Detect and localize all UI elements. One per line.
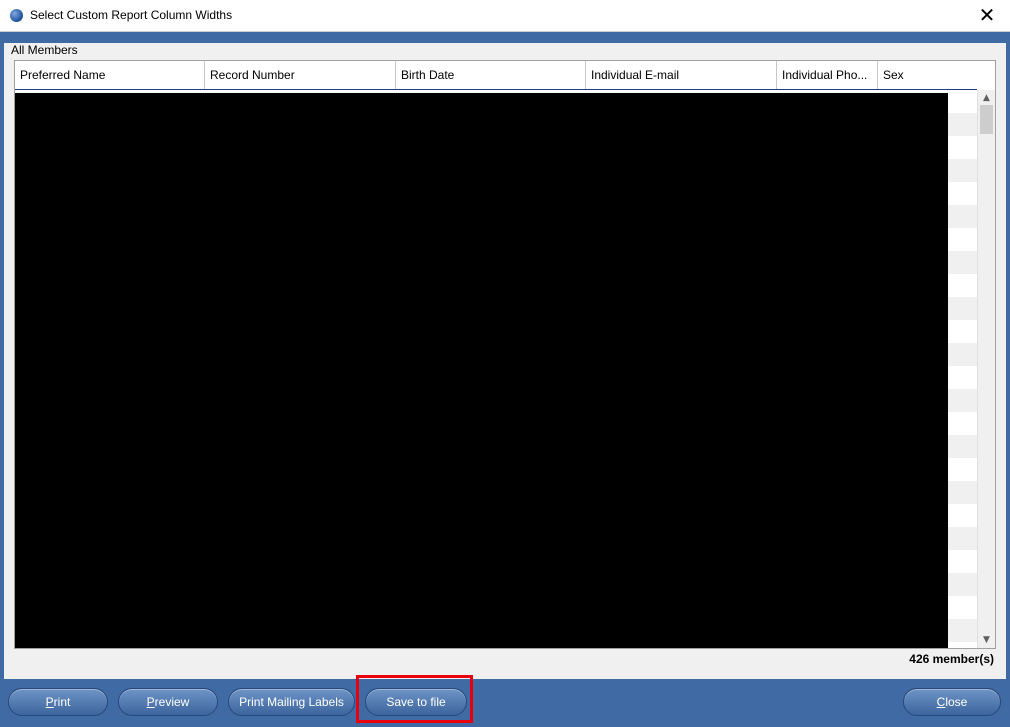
column-header-individual-phone[interactable]: Individual Pho...	[777, 61, 878, 89]
print-button-accelerator: P	[45, 695, 54, 709]
preview-button[interactable]: Preview	[118, 688, 218, 716]
scrollbar-thumb[interactable]	[980, 105, 993, 134]
scroll-down-icon[interactable]: ▼	[978, 632, 995, 648]
scroll-up-icon[interactable]: ▲	[978, 90, 995, 106]
close-button-label: lose	[945, 695, 968, 709]
title-bar: Select Custom Report Column Widths ✕	[0, 0, 1010, 32]
vertical-scrollbar[interactable]: ▲ ▼	[977, 90, 995, 648]
preview-button-label: review	[154, 695, 190, 709]
app-icon	[10, 9, 23, 22]
highlight-box	[356, 675, 473, 723]
column-header-sex[interactable]: Sex	[878, 61, 977, 89]
print-button-label: rint	[53, 695, 71, 709]
window-title: Select Custom Report Column Widths	[30, 8, 233, 22]
member-count: 426 member(s)	[909, 652, 994, 666]
members-table[interactable]: Preferred Name Record Number Birth Date …	[14, 60, 996, 649]
print-button[interactable]: Print	[8, 688, 108, 716]
column-header-individual-email[interactable]: Individual E-mail	[586, 61, 777, 89]
header-strip	[0, 32, 1010, 40]
column-header-preferred-name[interactable]: Preferred Name	[15, 61, 205, 89]
close-button[interactable]: Close	[903, 688, 1001, 716]
column-header-record-number[interactable]: Record Number	[205, 61, 396, 89]
column-header-birth-date[interactable]: Birth Date	[396, 61, 586, 89]
print-mailing-labels-button[interactable]: Print Mailing Labels	[228, 688, 355, 716]
preview-button-accelerator: P	[146, 695, 155, 709]
redacted-table-content	[15, 93, 948, 648]
table-header: Preferred Name Record Number Birth Date …	[15, 61, 977, 90]
close-window-icon[interactable]: ✕	[964, 0, 1010, 31]
group-label: All Members	[10, 43, 79, 57]
